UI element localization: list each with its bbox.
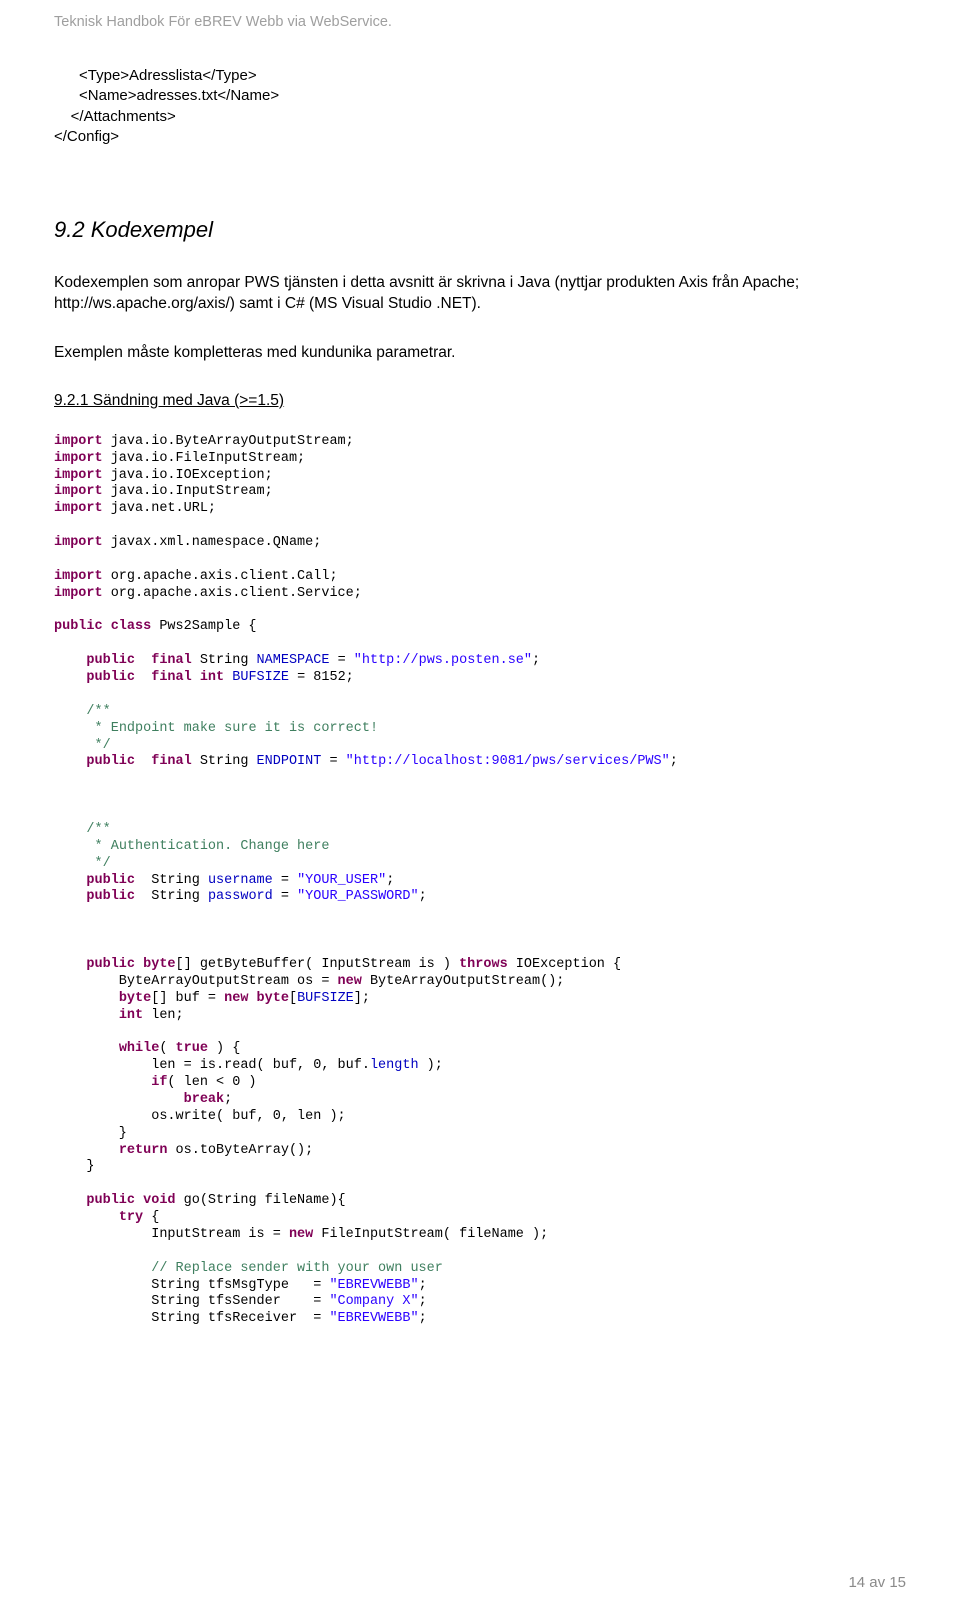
page-footer: 14 av 15 bbox=[848, 1574, 906, 1591]
running-header: Teknisk Handbok För eBREV Webb via WebSe… bbox=[54, 14, 906, 30]
section-9-2-paragraph-2: Exemplen måste kompletteras med kundunik… bbox=[54, 343, 906, 364]
xml-snippet: <Type>Adresslista</Type> <Name>adresses.… bbox=[54, 66, 906, 147]
java-code-block: import java.io.ByteArrayOutputStream; im… bbox=[54, 434, 906, 1328]
section-heading-9-2: 9.2 Kodexempel bbox=[54, 217, 906, 243]
section-9-2-paragraph-1: Kodexemplen som anropar PWS tjänsten i d… bbox=[54, 273, 906, 315]
section-heading-9-2-1: 9.2.1 Sändning med Java (>=1.5) bbox=[54, 392, 906, 410]
document-page: Teknisk Handbok För eBREV Webb via WebSe… bbox=[0, 0, 960, 1615]
